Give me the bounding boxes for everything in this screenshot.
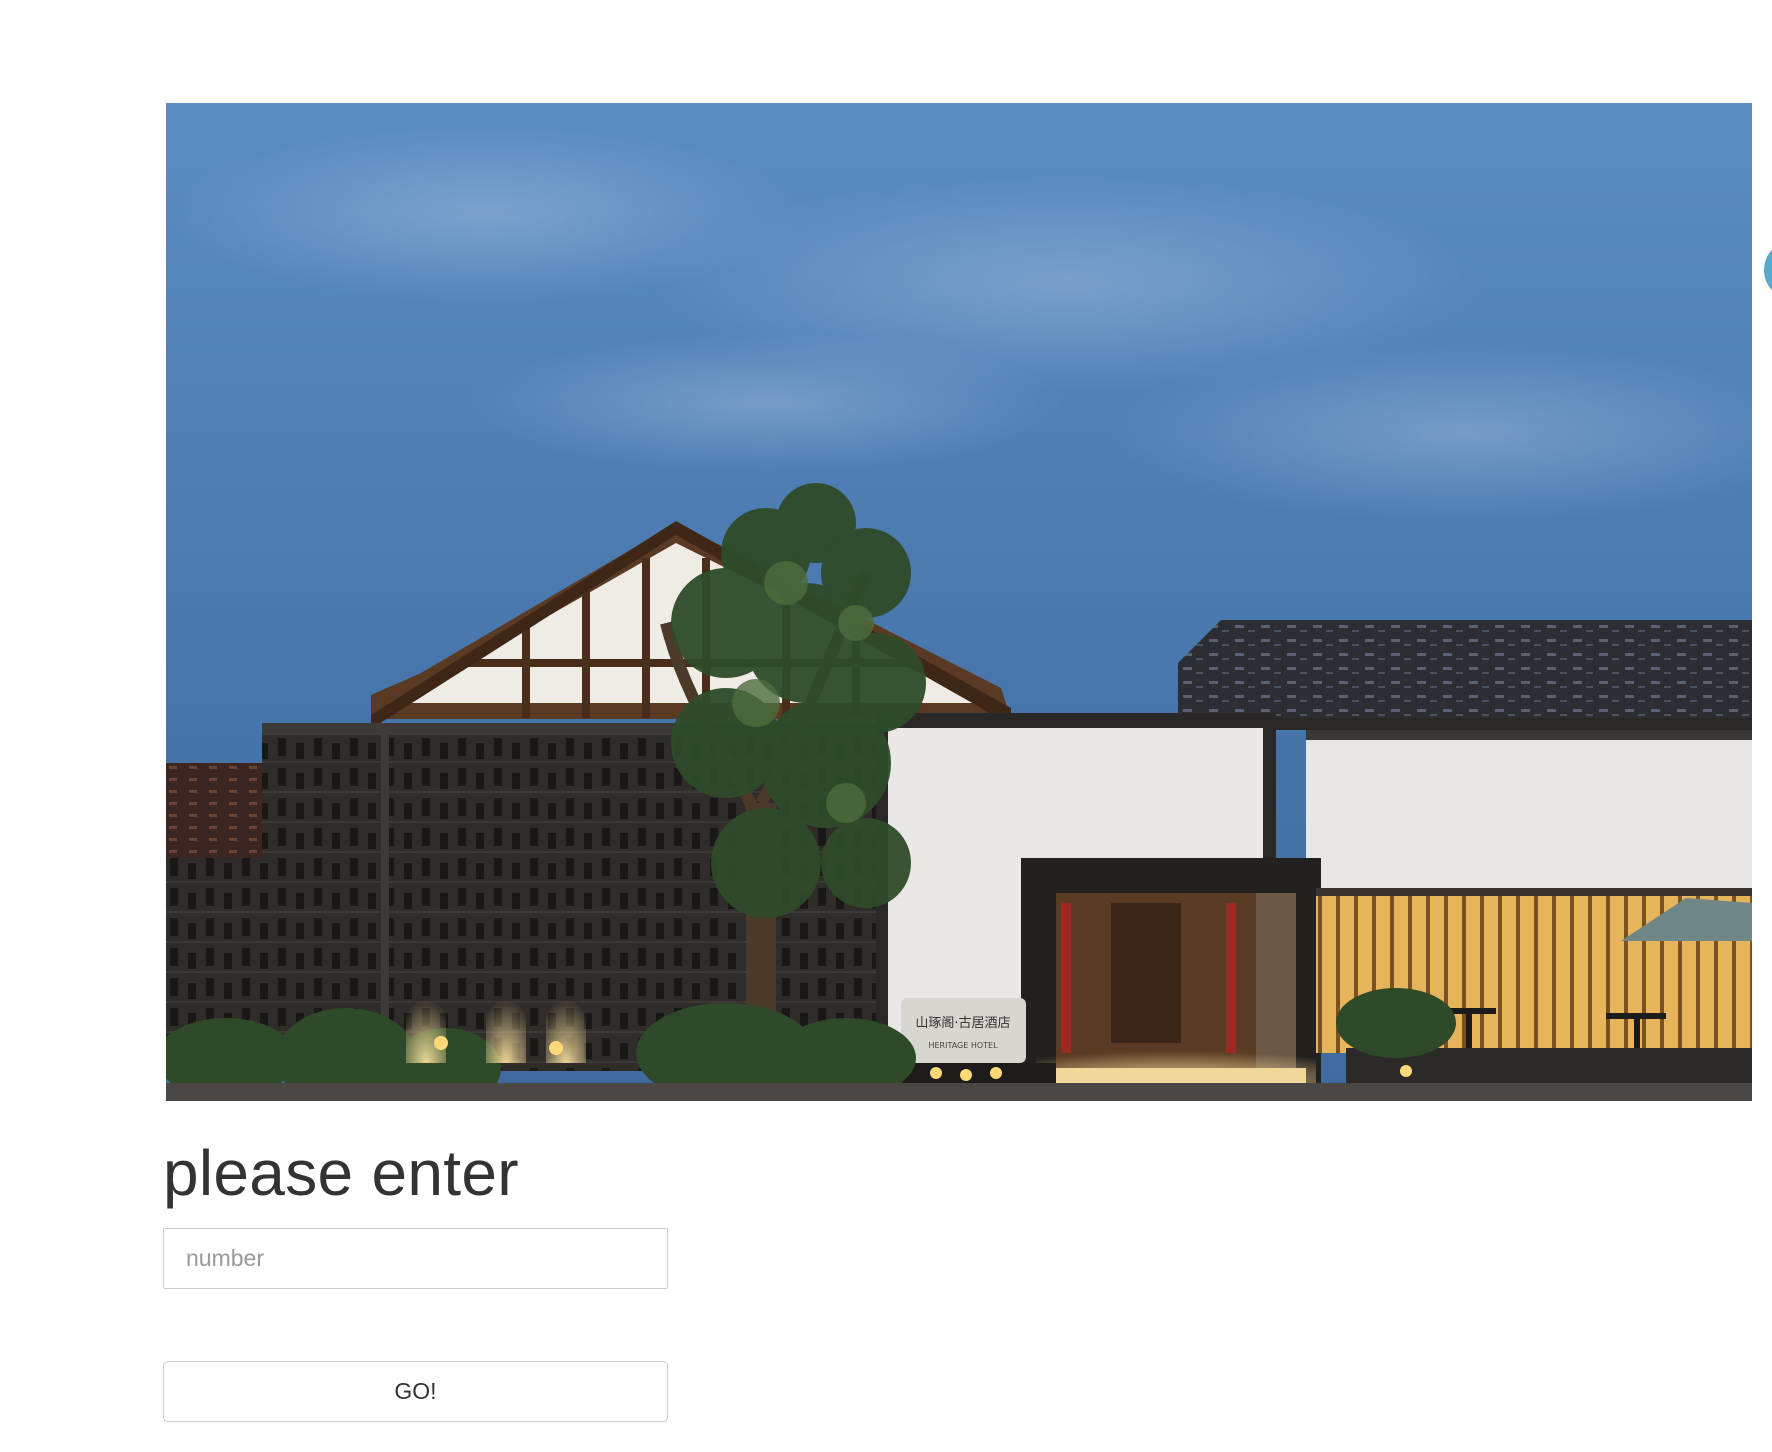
page: 山琢阁·古居酒店 HERITAGE HOTEL please enter num… (0, 0, 1772, 1452)
go-button[interactable]: GO! (163, 1361, 668, 1422)
sign-english-text: HERITAGE HOTEL (928, 1041, 998, 1050)
hotel-photo: 山琢阁·古居酒店 HERITAGE HOTEL (166, 103, 1752, 1101)
number-input[interactable] (163, 1228, 668, 1289)
sign-chinese-text: 山琢阁·古居酒店 (915, 1016, 1010, 1031)
page-title: please enter (163, 1137, 519, 1209)
hero-image: 山琢阁·古居酒店 HERITAGE HOTEL (166, 103, 1752, 1101)
carousel-control-circle[interactable] (1764, 240, 1772, 300)
